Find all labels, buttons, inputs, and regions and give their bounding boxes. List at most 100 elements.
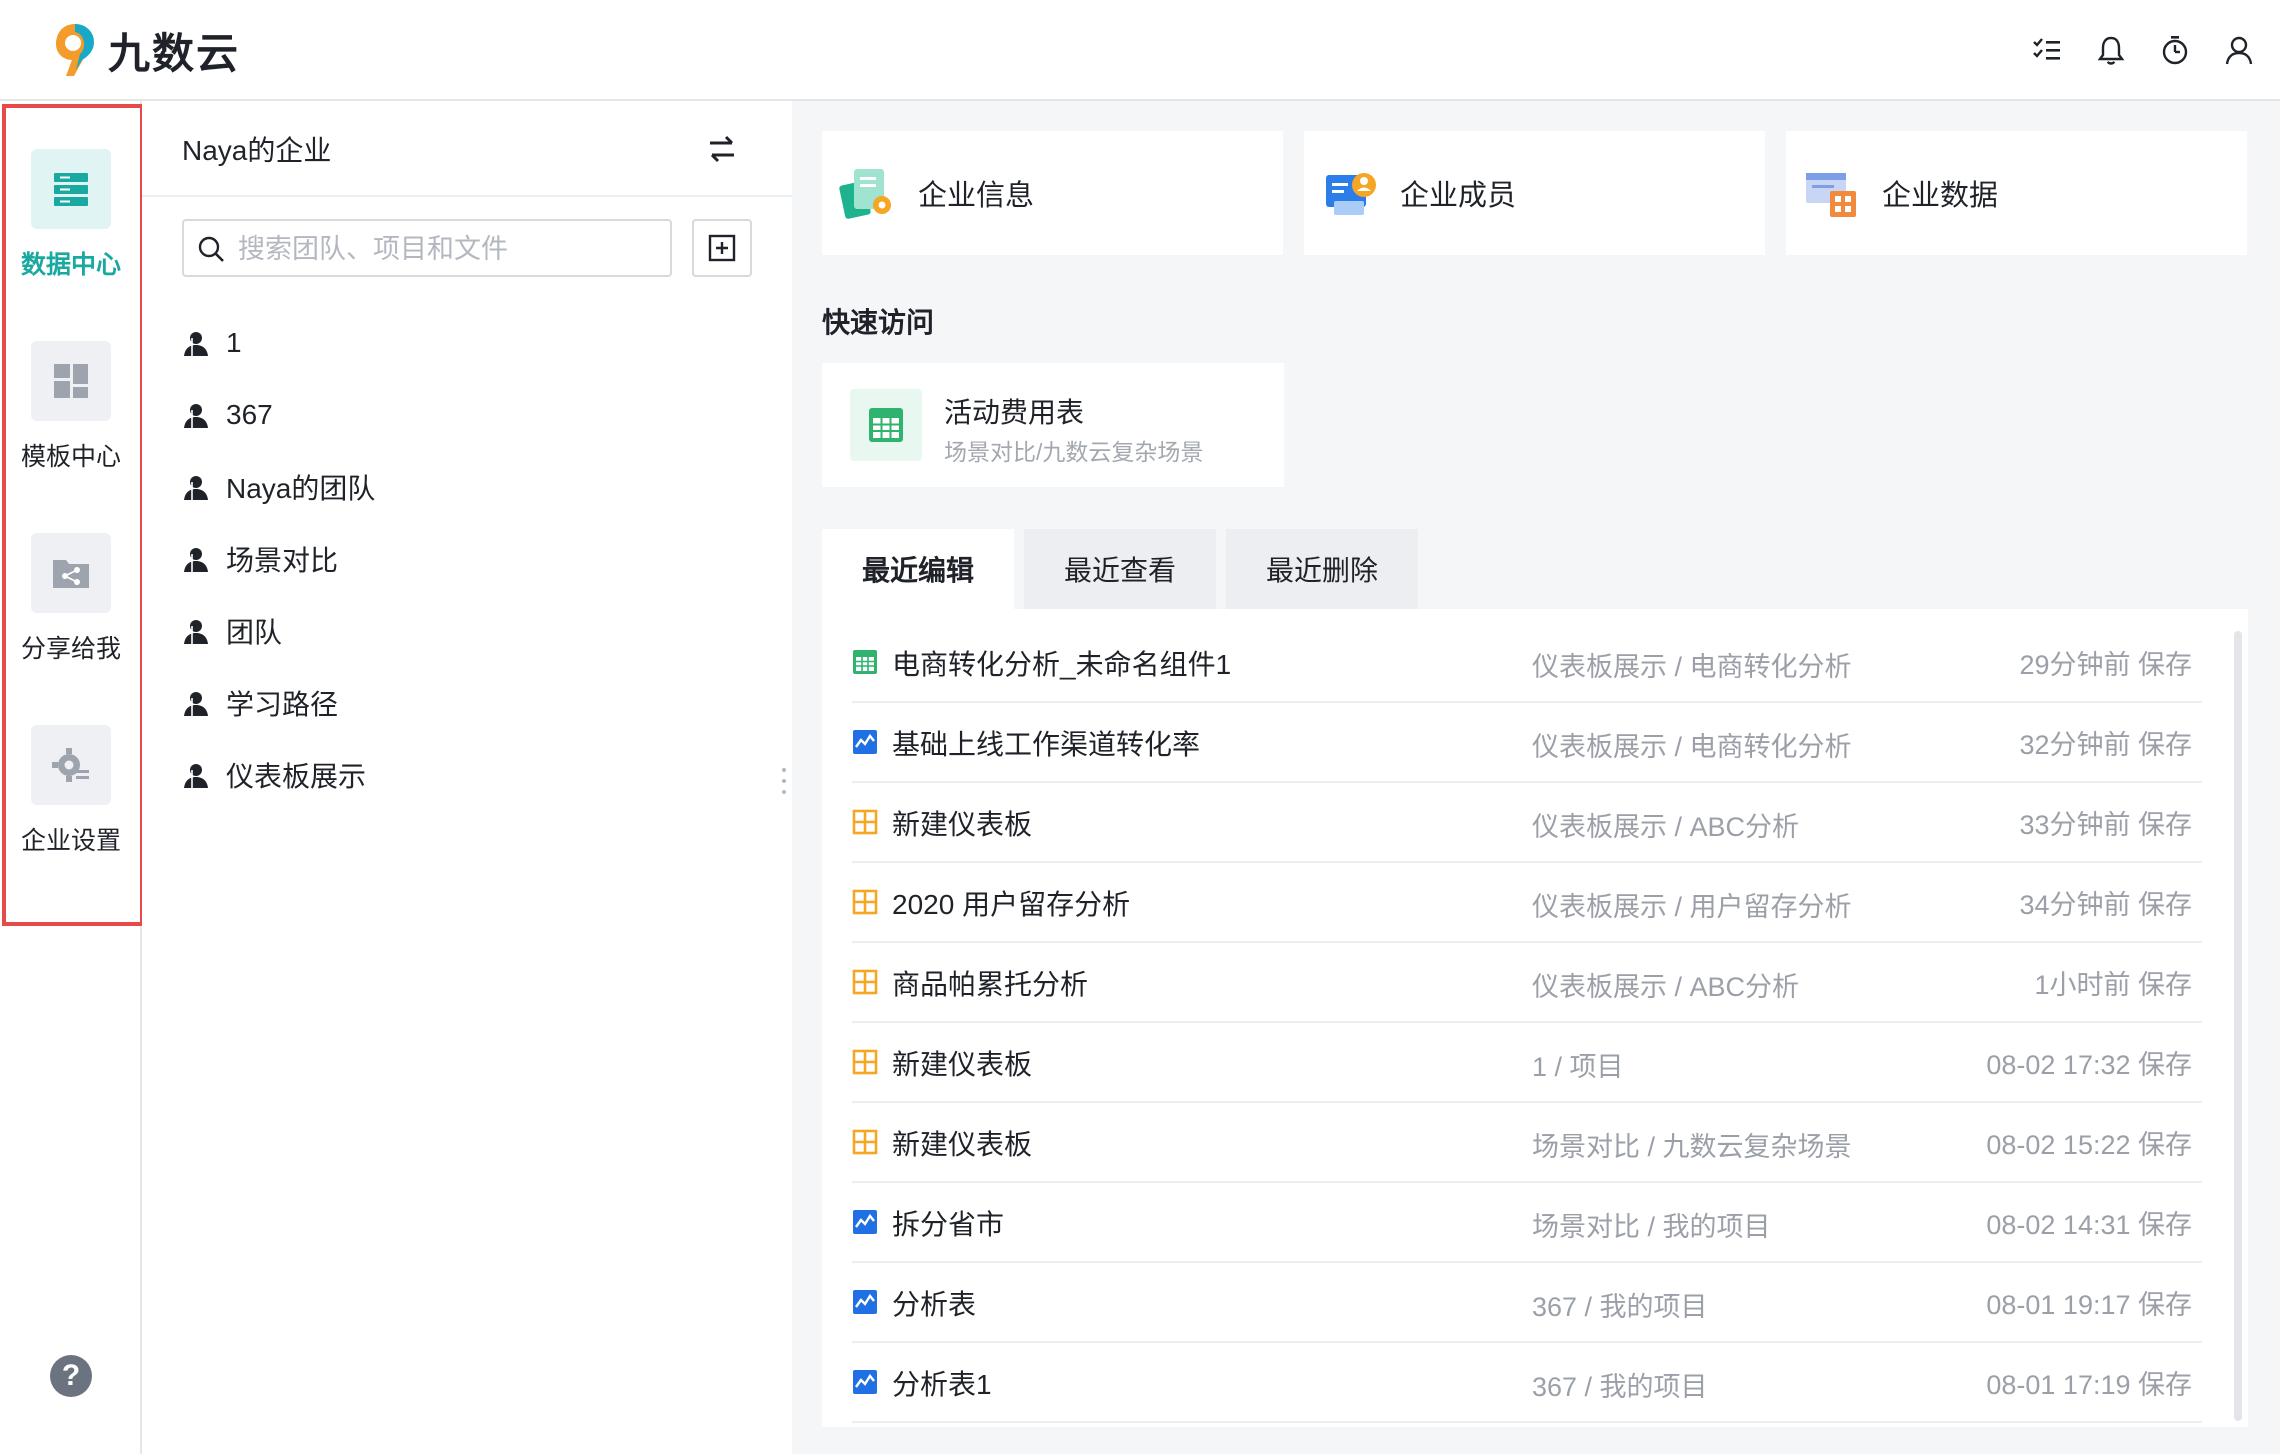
file-saved-time: 29分钟前 保存: [2019, 650, 2192, 680]
card-enterprise-members[interactable]: 企业成员: [1304, 131, 1765, 255]
tab-recent-edited[interactable]: 最近编辑: [822, 529, 1014, 609]
file-name: 新建仪表板: [892, 1129, 1033, 1160]
team-icon: [184, 692, 208, 716]
chart-icon: [853, 1210, 877, 1234]
add-button[interactable]: [692, 219, 752, 277]
rail-item-data-center[interactable]: 数据中心: [0, 149, 142, 281]
spreadsheet-icon: [850, 389, 922, 461]
team-name: 学习路径: [226, 689, 339, 720]
file-saved-time: 33分钟前 保存: [2019, 810, 2192, 840]
help-icon[interactable]: ?: [50, 1355, 92, 1397]
file-row[interactable]: 分析表1 367 / 我的项目 08-01 17:19 保存: [852, 1343, 2202, 1423]
top-bar: 九数云: [0, 0, 2280, 101]
file-path: 仪表板展示 / 电商转化分析: [1532, 732, 1852, 762]
file-row[interactable]: 拆分省市 场景对比 / 我的项目 08-02 14:31 保存: [852, 1183, 2202, 1263]
file-row[interactable]: 商品帕累托分析 仪表板展示 / ABC分析 1小时前 保存: [852, 943, 2202, 1023]
file-path: 仪表板展示 / 电商转化分析: [1532, 652, 1852, 682]
team-icon: [184, 332, 208, 356]
team-name: Naya的团队: [226, 473, 376, 504]
file-saved-time: 34分钟前 保存: [2019, 890, 2192, 920]
quick-access-item[interactable]: 活动费用表 场景对比/九数云复杂场景: [822, 363, 1284, 487]
recent-tabs: 最近编辑 最近查看 最近删除: [822, 529, 1418, 609]
bell-icon[interactable]: [2094, 30, 2128, 70]
rail-label: 分享给我: [20, 635, 121, 663]
card-label: 企业成员: [1400, 180, 1517, 212]
file-row[interactable]: 基础上线工作渠道转化率 仪表板展示 / 电商转化分析 32分钟前 保存: [852, 703, 2202, 783]
file-saved-time: 08-01 19:17 保存: [1986, 1290, 2192, 1320]
team-name: 团队: [226, 617, 283, 648]
team-name: 367: [226, 399, 273, 430]
file-row[interactable]: 电商转化分析_未命名组件1 仪表板展示 / 电商转化分析 29分钟前 保存: [852, 623, 2202, 703]
dashboard-icon: [852, 969, 878, 995]
file-saved-time: 1小时前 保存: [2034, 970, 2192, 1000]
dashboard-icon: [852, 809, 878, 835]
chart-icon: [853, 1290, 877, 1314]
team-item[interactable]: 1: [182, 307, 375, 379]
app-logo-text: 九数云: [108, 29, 241, 77]
tree-header: Naya的企业: [142, 101, 792, 197]
data-center-icon: [31, 149, 111, 229]
template-icon: [31, 341, 111, 421]
drag-handle-icon[interactable]: [781, 766, 787, 796]
enterprise-data-icon: [1806, 173, 1856, 217]
card-enterprise-info[interactable]: 企业信息: [822, 131, 1283, 255]
file-row[interactable]: 2020 用户留存分析 仪表板展示 / 用户留存分析 34分钟前 保存: [852, 863, 2202, 943]
tab-recent-deleted[interactable]: 最近删除: [1226, 529, 1418, 609]
card-label: 企业信息: [918, 180, 1035, 212]
file-saved-time: 08-01 17:19 保存: [1986, 1370, 2192, 1400]
file-path: 仪表板展示 / ABC分析: [1532, 812, 1800, 842]
team-tree-panel: Naya的企业 1 367 Naya的团队场景对比团队学习路径仪表板展示: [142, 101, 792, 1454]
team-icon: [184, 548, 208, 572]
file-path: 367 / 我的项目: [1532, 1372, 1708, 1402]
rail-label: 数据中心: [20, 251, 121, 279]
file-name: 拆分省市: [892, 1209, 1005, 1240]
rail-item-shared-with-me[interactable]: 分享给我: [0, 533, 142, 665]
rail-item-enterprise-settings[interactable]: 企业设置: [0, 725, 142, 857]
team-item[interactable]: 团队: [182, 595, 375, 667]
enterprise-info-icon: [839, 169, 891, 219]
quick-access-title: 快速访问: [822, 307, 935, 338]
search-icon: [198, 236, 224, 262]
file-name: 基础上线工作渠道转化率: [892, 729, 1201, 760]
top-icon-group: [2030, 30, 2256, 70]
file-path: 367 / 我的项目: [1532, 1292, 1708, 1322]
chart-icon: [853, 730, 877, 754]
team-item[interactable]: 场景对比: [182, 523, 375, 595]
team-item[interactable]: Naya的团队: [182, 451, 375, 523]
scrollbar[interactable]: [2234, 631, 2242, 1421]
task-list-icon[interactable]: [2030, 30, 2064, 70]
file-path: 场景对比 / 我的项目: [1532, 1212, 1771, 1242]
file-path: 1 / 项目: [1532, 1052, 1624, 1082]
file-row[interactable]: 新建仪表板 仪表板展示 / ABC分析 33分钟前 保存: [852, 783, 2202, 863]
team-item[interactable]: 367: [182, 379, 375, 451]
app-logo[interactable]: 九数云: [52, 20, 240, 80]
team-name: 场景对比: [226, 545, 339, 576]
enterprise-name: Naya的企业: [182, 135, 332, 166]
team-item[interactable]: 仪表板展示: [182, 739, 375, 811]
file-row[interactable]: 分析表 367 / 我的项目 08-01 19:17 保存: [852, 1263, 2202, 1343]
file-row[interactable]: 新建仪表板 1 / 项目 08-02 17:32 保存: [852, 1023, 2202, 1103]
file-name: 分析表: [892, 1289, 977, 1320]
file-row[interactable]: 新建仪表板 场景对比 / 九数云复杂场景 08-02 15:22 保存: [852, 1103, 2202, 1183]
team-icon: [184, 476, 208, 500]
team-name: 仪表板展示: [226, 761, 367, 792]
file-name: 2020 用户留存分析: [892, 889, 1131, 920]
card-enterprise-data[interactable]: 企业数据: [1786, 131, 2247, 255]
switch-enterprise-icon[interactable]: [702, 131, 742, 167]
user-icon[interactable]: [2222, 30, 2256, 70]
team-list: 1 367 Naya的团队 场景对比团队学习路径仪表板展示: [182, 307, 375, 811]
file-name: 新建仪表板: [892, 1049, 1033, 1080]
team-icon: [184, 620, 208, 644]
team-item[interactable]: 学习路径: [182, 667, 375, 739]
chart-icon: [853, 1370, 877, 1394]
timer-icon[interactable]: [2158, 30, 2192, 70]
search-input[interactable]: [236, 229, 660, 269]
rail-item-template-center[interactable]: 模板中心: [0, 341, 142, 473]
file-path: 仪表板展示 / 用户留存分析: [1532, 892, 1852, 922]
rail-label: 模板中心: [20, 443, 121, 471]
team-icon: [184, 404, 208, 428]
search-box[interactable]: [182, 219, 672, 277]
rail-label: 企业设置: [20, 827, 121, 855]
file-name: 商品帕累托分析: [892, 969, 1089, 1000]
tab-recent-viewed[interactable]: 最近查看: [1024, 529, 1216, 609]
